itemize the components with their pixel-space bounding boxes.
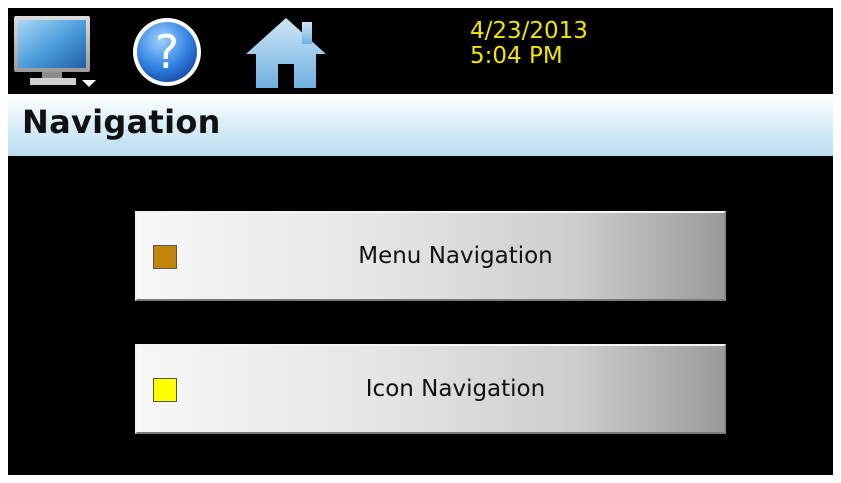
monitor-icon[interactable]	[12, 12, 100, 90]
hmi-screen: ? 4/23/2013 5:04 PM Navigation Menu Navi…	[8, 8, 833, 475]
menu-navigation-label: Menu Navigation	[358, 243, 553, 269]
home-icon[interactable]	[244, 12, 328, 90]
top-toolbar: ? 4/23/2013 5:04 PM	[8, 8, 833, 94]
icon-navigation-label: Icon Navigation	[365, 376, 546, 402]
svg-text:?: ?	[155, 25, 179, 79]
time-text: 5:04 PM	[470, 43, 563, 69]
help-icon[interactable]: ?	[130, 12, 204, 90]
title-bar: Navigation	[8, 94, 833, 156]
icon-navigation-button[interactable]: Icon Navigation	[135, 344, 726, 434]
datetime-display: 4/23/2013 5:04 PM	[470, 19, 588, 69]
page-title: Navigation	[22, 103, 221, 141]
date-text: 4/23/2013	[470, 18, 588, 44]
menu-navigation-button[interactable]: Menu Navigation	[135, 211, 726, 301]
